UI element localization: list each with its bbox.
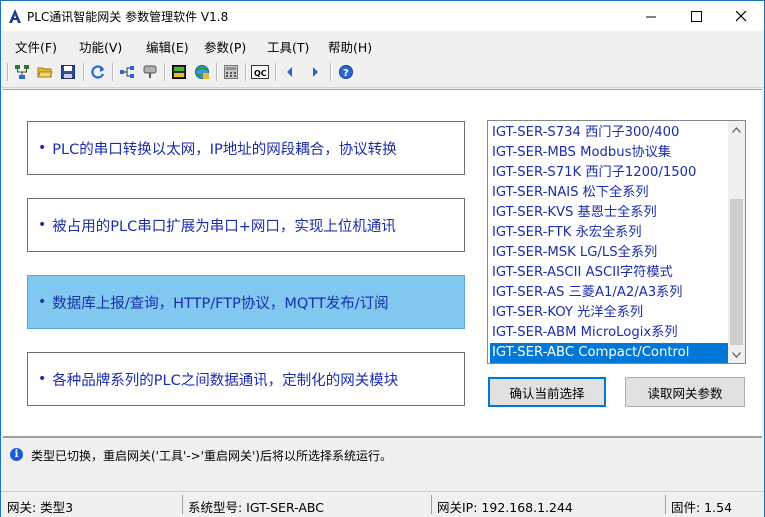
probe-icon[interactable]	[141, 63, 159, 81]
status-bar: 网关: 类型3 系统型号: IGT-SER-ABC 网关IP: 192.168.…	[1, 491, 764, 517]
list-item[interactable]: IGT-SER-KOY 光洋全系列	[490, 303, 730, 323]
list-item-selected[interactable]: IGT-SER-ABC Compact/Control	[490, 343, 730, 363]
topology-icon[interactable]	[118, 63, 136, 81]
close-icon	[735, 10, 746, 21]
qc-icon[interactable]: QC	[251, 63, 269, 81]
svg-text:?: ?	[343, 68, 349, 79]
main-panel: • PLC的串口转换以太网，IP地址的网段耦合，协议转换 • 被占用的PLC串口…	[3, 89, 762, 437]
bullet-icon: •	[38, 217, 47, 233]
toolbar-separator	[216, 63, 218, 81]
menu-tools[interactable]: 工具(T)	[267, 37, 309, 56]
list-item[interactable]: IGT-SER-S734 西门子300/400	[490, 123, 730, 143]
toolbar-separator	[83, 63, 85, 81]
scroll-up-icon[interactable]	[728, 121, 745, 138]
svg-text:QC: QC	[254, 69, 267, 78]
list-scrollbar[interactable]	[728, 121, 745, 363]
confirm-selection-button[interactable]: 确认当前选择	[488, 377, 606, 407]
open-folder-icon[interactable]	[36, 63, 54, 81]
maximize-icon	[690, 10, 702, 22]
bullet-icon: •	[38, 371, 47, 387]
menu-file[interactable]: 文件(F)	[15, 37, 57, 56]
status-divider	[665, 495, 666, 514]
menu-params[interactable]: 参数(P)	[204, 37, 246, 56]
feature-label: 被占用的PLC串口扩展为串口+网口，实现上位机通讯	[52, 218, 396, 235]
save-icon[interactable]	[59, 63, 77, 81]
list-item[interactable]: IGT-SER-AS 三菱A1/A2/A3系列	[490, 283, 730, 303]
gateway-ip-status: 网关IP: 192.168.1.244	[437, 500, 573, 515]
bullet-icon: •	[38, 294, 47, 310]
bullet-icon: •	[38, 140, 47, 156]
gateway-type-list[interactable]: IGT-SER-S734 西门子300/400 IGT-SER-MBS Modb…	[487, 120, 746, 364]
scroll-thumb[interactable]	[730, 199, 743, 345]
info-icon: i	[10, 448, 23, 461]
minimize-icon	[645, 16, 656, 17]
toolbar-separator	[7, 63, 9, 81]
status-divider	[182, 495, 183, 514]
toolbar: QC ?	[1, 57, 764, 88]
calculator-icon[interactable]	[222, 63, 240, 81]
menu-help[interactable]: 帮助(H)	[328, 37, 372, 56]
feature-item-serial-expansion[interactable]: • 被占用的PLC串口扩展为串口+网口，实现上位机通讯	[27, 198, 465, 252]
window-title: PLC通讯智能网关 参数管理软件 V1.8	[27, 10, 229, 24]
toolbar-separator	[245, 63, 247, 81]
refresh-icon[interactable]	[89, 63, 107, 81]
feature-label: PLC的串口转换以太网，IP地址的网段耦合，协议转换	[52, 141, 397, 158]
status-message: 类型已切换，重启网关('工具'->'重启网关')后将以所选择系统运行。	[31, 449, 392, 463]
list-item[interactable]: IGT-SER-ASCII ASCII字符模式	[490, 263, 730, 283]
list-item[interactable]: IGT-SER-FTK 永宏全系列	[490, 223, 730, 243]
list-item[interactable]: IGT-SER-KVS 基恩士全系列	[490, 203, 730, 223]
feature-label: 数据库上报/查询，HTTP/FTP协议，MQTT发布/订阅	[52, 295, 389, 312]
feature-item-plc-interconnect[interactable]: • 各种品牌系列的PLC之间数据通讯，定制化的网关模块	[27, 352, 465, 406]
network-icon[interactable]	[13, 63, 31, 81]
close-button[interactable]	[718, 1, 764, 31]
back-icon[interactable]	[281, 63, 299, 81]
forward-icon[interactable]	[306, 63, 324, 81]
minimize-button[interactable]	[628, 1, 674, 31]
list-item[interactable]: IGT-SER-MSK LG/LS全系列	[490, 243, 730, 263]
monitor-icon[interactable]	[170, 63, 188, 81]
toolbar-separator	[164, 63, 166, 81]
read-gateway-params-button[interactable]: 读取网关参数	[625, 377, 745, 407]
status-divider	[431, 495, 432, 514]
list-item[interactable]: IGT-SER-MBS Modbus协议集	[490, 143, 730, 163]
message-panel: i 类型已切换，重启网关('工具'->'重启网关')后将以所选择系统运行。	[3, 437, 762, 490]
system-model-status: 系统型号: IGT-SER-ABC	[188, 500, 324, 515]
app-window: PLC通讯智能网关 参数管理软件 V1.8 文件(F) 功能(V) 编辑(E) …	[0, 0, 765, 517]
toolbar-separator	[330, 63, 332, 81]
menu-function[interactable]: 功能(V)	[79, 37, 122, 56]
scroll-down-icon[interactable]	[728, 346, 745, 363]
menu-edit[interactable]: 编辑(E)	[146, 37, 189, 56]
firmware-status: 固件: 1.54	[671, 500, 733, 515]
toolbar-separator	[112, 63, 114, 81]
app-logo-icon	[9, 9, 21, 23]
list-item[interactable]: IGT-SER-NAIS 松下全系列	[490, 183, 730, 203]
toolbar-separator	[275, 63, 277, 81]
menu-bar: 文件(F) 功能(V) 编辑(E) 参数(P) 工具(T) 帮助(H)	[1, 31, 764, 57]
list-item[interactable]: IGT-SER-ABM MicroLogix系列	[490, 323, 730, 343]
maximize-button[interactable]	[673, 1, 719, 31]
gateway-type-status: 网关: 类型3	[7, 500, 74, 515]
feature-label: 各种品牌系列的PLC之间数据通讯，定制化的网关模块	[52, 372, 399, 389]
list-item[interactable]: IGT-SER-S71K 西门子1200/1500	[490, 163, 730, 183]
feature-item-serial-to-ethernet[interactable]: • PLC的串口转换以太网，IP地址的网段耦合，协议转换	[27, 121, 465, 175]
feature-item-database-mqtt[interactable]: • 数据库上报/查询，HTTP/FTP协议，MQTT发布/订阅	[27, 275, 465, 329]
help-icon[interactable]: ?	[337, 63, 355, 81]
web-icon[interactable]	[193, 63, 211, 81]
title-bar: PLC通讯智能网关 参数管理软件 V1.8	[1, 1, 764, 31]
